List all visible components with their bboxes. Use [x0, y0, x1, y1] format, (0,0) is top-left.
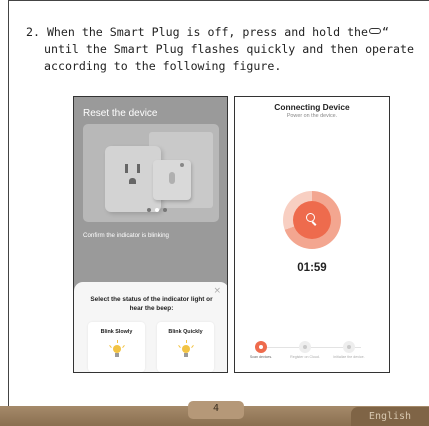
reset-device-screenshot: Reset the device Confirm the indicator i…: [73, 96, 228, 373]
confirm-blinking-text: Confirm the indicator is blinking: [83, 232, 169, 239]
instruction-quote: “ ”: [382, 25, 390, 39]
page-number: 4: [188, 401, 244, 419]
instruction-line-2: until the Smart Plug flashes quickly and…: [44, 42, 414, 56]
language-tab: English: [351, 407, 429, 426]
lightbulb-icon: [109, 340, 125, 358]
carousel-dots: [83, 208, 219, 214]
smart-plug-device: [153, 160, 191, 200]
countdown-timer: 01:59: [297, 262, 327, 274]
step-label: Register on Cloud.: [290, 355, 320, 359]
step-scan-devices: Scan devices.: [241, 341, 281, 360]
step-indicator-icon: [299, 341, 311, 353]
instruction-step-2: 2. When the Smart Plug is off, press and…: [26, 24, 421, 75]
step-initialize-device: Initialize the device.: [329, 341, 369, 360]
option-label: Blink Slowly: [100, 329, 133, 335]
option-label: Blink Quickly: [168, 329, 203, 335]
lightbulb-icon: [178, 340, 194, 358]
blink-quickly-option[interactable]: Blink Quickly: [157, 322, 214, 372]
connecting-title: Connecting Device: [274, 102, 350, 112]
step-register-cloud: Register on Cloud.: [285, 341, 325, 360]
connecting-device-screenshot: Connecting Device Power on the device. 0…: [234, 96, 390, 373]
step-label: Initialize the device.: [333, 355, 365, 359]
manual-page: 2. When the Smart Plug is off, press and…: [0, 0, 429, 426]
indicator-light-icon: [180, 163, 184, 167]
plug-button-icon: [169, 172, 175, 184]
instruction-line-3: according to the following figure.: [44, 59, 282, 73]
blink-status-sheet: × Select the status of the indicator lig…: [74, 282, 227, 372]
step-indicator-icon: [343, 341, 355, 353]
instruction-line-1: 2. When the Smart Plug is off, press and…: [26, 25, 369, 39]
sheet-prompt: Select the status of the indicator light…: [90, 296, 213, 312]
scan-indicator: [293, 201, 331, 239]
step-indicator-icon: [255, 341, 267, 353]
blink-slowly-option[interactable]: Blink Slowly: [88, 322, 145, 372]
smart-plug-photo: [83, 124, 219, 222]
power-button-icon: [369, 28, 382, 34]
connection-steps: Scan devices. Register on Cloud. Initial…: [249, 341, 377, 367]
reset-title: Reset the device: [83, 108, 158, 119]
step-label: Scan devices.: [249, 355, 273, 359]
search-icon: [306, 213, 317, 226]
connecting-subtitle: Power on the device.: [286, 113, 338, 119]
